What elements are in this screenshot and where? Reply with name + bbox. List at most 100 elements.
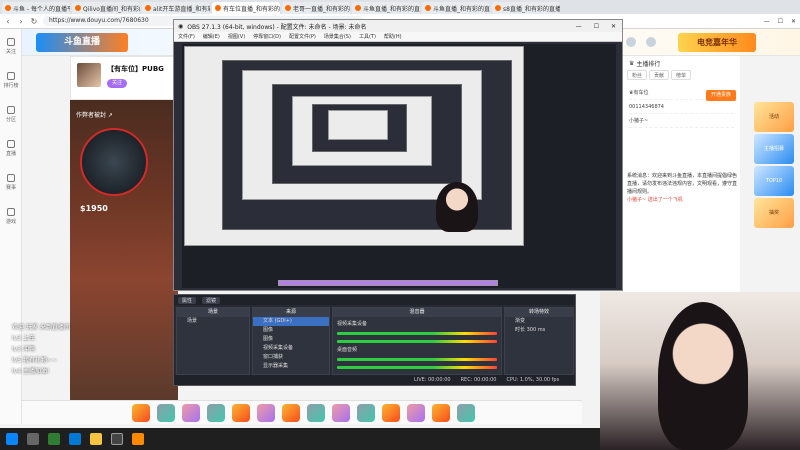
browser-tab-active[interactable]: 有车位直播_和有彩的直播_斗鱼× [212,2,280,14]
browser-tab[interactable]: 斗鱼直播_和有彩的直播_斗鱼× [352,2,420,14]
sidebar-item-rank[interactable]: 排行榜 [0,63,22,97]
tab-fans[interactable]: 粉丝 [627,70,648,80]
sidebar-item-category[interactable]: 分区 [0,97,22,131]
browser-tab[interactable]: 斗鱼直播_和有彩的直播× [422,2,490,14]
search-icon[interactable] [27,433,39,445]
sidebar-item-events[interactable]: 赛事 [0,165,22,199]
menu-edit[interactable]: 编辑(E) [203,33,220,40]
browser-icon[interactable] [48,433,60,445]
person-image [658,302,748,450]
sidebar-item-label: 关注 [5,48,16,55]
grid-icon [7,105,15,114]
sidebar-item-games[interactable]: 游戏 [0,199,22,233]
follow-button[interactable]: 关注 [107,79,127,88]
close-window-icon[interactable]: ✕ [791,18,796,25]
tab-label: 有车位直播_和有彩的直播_斗鱼 [223,5,280,13]
stream-info: 【有车位】PUBG 关注 [70,56,178,100]
ad-banner[interactable]: 主播招募 [754,134,794,164]
game-minimap [80,128,148,196]
tv-icon [7,139,15,148]
gift-item[interactable] [157,403,175,422]
obs-titlebar: ◉ OBS 27.1.3 (64-bit, windows) - 配置文件: 未… [174,20,622,32]
menu-file[interactable]: 文件(F) [178,33,195,40]
gift-item[interactable] [282,403,300,422]
tab-ranking[interactable]: 榜单 [671,70,692,80]
edge-icon[interactable] [69,433,81,445]
folder-icon[interactable] [90,433,102,445]
forward-icon[interactable]: › [17,17,25,26]
cpu-status: CPU: 1.0%, 30.00 fps [506,377,560,383]
chat-line: lv5 我有礼物~~ [12,357,57,364]
streamer-avatar[interactable] [77,63,101,87]
gift-item[interactable] [407,403,425,422]
minimize-icon[interactable]: — [764,18,770,25]
gift-item[interactable] [457,403,475,422]
browser-tab[interactable]: 老哥一直播_和有彩的直播_斗鱼× [282,2,350,14]
avatar[interactable] [626,37,636,47]
source-item[interactable]: 文本 (GDI+) [253,317,329,326]
gift-item[interactable] [132,403,150,422]
gift-item[interactable] [307,403,325,422]
sidebar-item-follow[interactable]: 关注 [0,29,22,63]
volume-slider[interactable] [337,366,497,369]
menu-tools[interactable]: 工具(T) [359,33,376,40]
source-item[interactable]: 图像 [253,326,329,335]
back-icon[interactable]: ‹ [4,17,12,26]
transition-duration[interactable]: 时长 300 ms [505,326,573,335]
maximize-icon[interactable]: ☐ [594,23,599,30]
scene-item[interactable]: 场景 [177,317,249,326]
minimize-icon[interactable]: — [576,23,582,30]
source-item[interactable]: 窗口捕获 [253,353,329,362]
windows-icon[interactable] [6,433,18,445]
menu-view[interactable]: 视图(V) [228,33,245,40]
obs-icon[interactable] [111,433,123,445]
chat-panel: ♛ 主播排行 粉丝 贡献 榜单 开通贵族 ♛有车位 00114346874 小猪子… [622,56,740,296]
panel-title: 主播排行 [636,60,661,68]
site-favicon-icon [425,5,431,11]
transition-select[interactable]: 渐变 [505,317,573,326]
gift-item[interactable] [382,403,400,422]
gift-bar [22,400,582,424]
gift-item[interactable] [207,403,225,422]
store-icon[interactable] [132,433,144,445]
gift-item[interactable] [257,403,275,422]
menu-scene-collection[interactable]: 场景集合(S) [324,33,351,40]
browser-tab[interactable]: s8直播_和有彩的直播_斗鱼× [492,2,560,14]
list-item[interactable]: 00114346874 [629,100,734,114]
site-logo[interactable]: 斗鱼直播 [36,33,128,52]
source-item[interactable]: 图像 [253,335,329,344]
gift-item[interactable] [357,403,375,422]
event-banner[interactable]: 电竞嘉年华 [678,33,756,52]
chat-messages: 系统消息：欢迎来到斗鱼直播，本直播间提倡绿色直播，请勿发布违法违规内容，文明观看… [627,172,737,204]
ad-banner[interactable]: 活动 [754,102,794,132]
tab-contribution[interactable]: 贡献 [649,70,670,80]
gift-item[interactable] [332,403,350,422]
list-icon [7,71,15,80]
obs-preview-canvas[interactable] [182,44,616,288]
source-item[interactable]: 显示器采集 [253,362,329,371]
browser-tab[interactable]: Qilivo直播间_和有彩的直播_斗鱼× [72,2,140,14]
volume-slider[interactable] [337,340,497,343]
list-item[interactable]: 小猪子~ [629,114,734,128]
reload-icon[interactable]: ↻ [30,17,38,26]
filters-button[interactable]: 滤镜 [202,296,221,304]
menu-help[interactable]: 帮助(H) [384,33,402,40]
sidebar-item-live[interactable]: 直播 [0,131,22,165]
menu-profile[interactable]: 配置文件(P) [289,33,316,40]
ad-banner[interactable]: 抽奖 [754,198,794,228]
browser-tab[interactable]: 斗鱼 - 每个人的直播平台× [2,2,70,14]
gift-item[interactable] [232,403,250,422]
ad-banner[interactable]: TOP10 [754,166,794,196]
close-window-icon[interactable]: ✕ [611,23,616,30]
gift-item[interactable] [182,403,200,422]
browser-tab[interactable]: alit开车游直播_和有彩的直播_斗鱼× [142,2,210,14]
maximize-icon[interactable]: ☐ [778,18,783,25]
site-favicon-icon [355,5,361,11]
properties-button[interactable]: 属性 [178,296,197,304]
scenes-dock: 场景 场景 [176,307,250,375]
message-icon[interactable] [646,37,656,47]
source-item[interactable]: 视频采集设备 [253,344,329,353]
open-noble-button[interactable]: 开通贵族 [706,90,736,101]
menu-docks[interactable]: 停靠窗口(D) [253,33,281,40]
gift-item[interactable] [432,403,450,422]
